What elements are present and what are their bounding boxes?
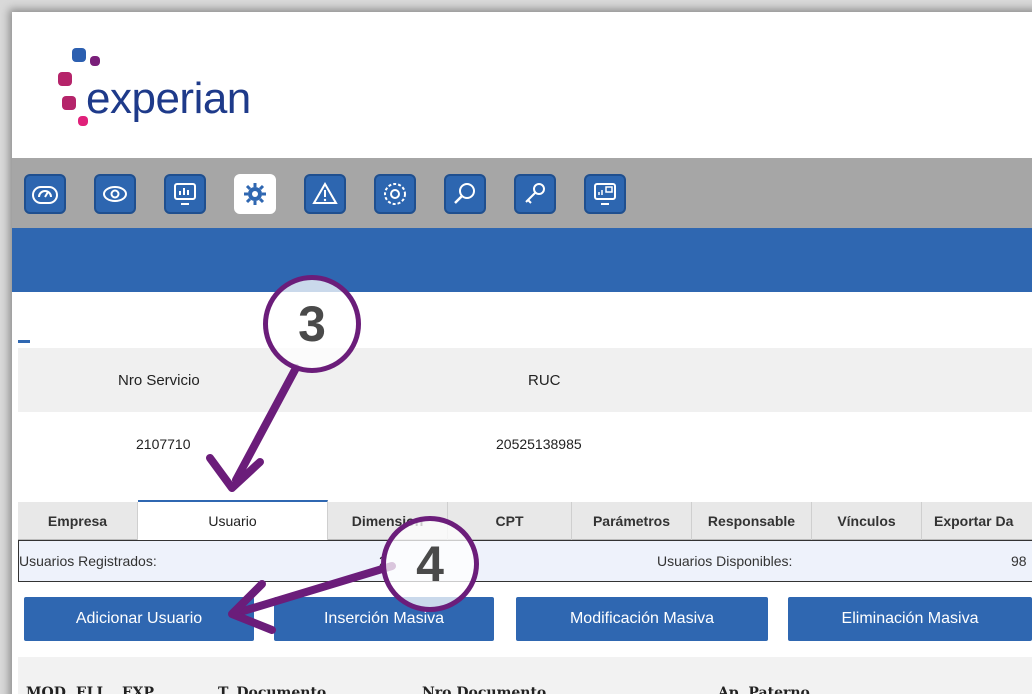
tab-usuario[interactable]: Usuario bbox=[138, 500, 328, 540]
service-info-row: 2107710 20525138985 bbox=[18, 412, 1032, 478]
bulk-delete-button[interactable]: Eliminación Masiva bbox=[788, 597, 1032, 641]
col-mod[interactable]: MOD bbox=[26, 685, 66, 694]
col-eli[interactable]: ELI bbox=[76, 685, 103, 694]
alerts-button[interactable] bbox=[304, 174, 346, 214]
main-toolbar bbox=[12, 158, 1032, 228]
bulk-insert-button[interactable]: Inserción Masiva bbox=[274, 597, 494, 641]
warning-icon bbox=[312, 182, 338, 204]
settings-badge-icon bbox=[384, 183, 406, 205]
brand-name: experian bbox=[86, 74, 251, 123]
tab-bar: Empresa Usuario Dimension CPT Parámetros… bbox=[18, 500, 1032, 540]
col-tipo-documento[interactable]: T. Documento bbox=[218, 685, 326, 694]
tab-responsable[interactable]: Responsable bbox=[692, 502, 812, 540]
divider-mark bbox=[18, 340, 30, 343]
tab-exportar[interactable]: Exportar Da bbox=[922, 502, 1032, 540]
col-exp[interactable]: EXP bbox=[122, 685, 154, 694]
step-3-callout: 3 bbox=[263, 275, 361, 373]
search-icon bbox=[454, 183, 475, 204]
experian-logo: experian bbox=[50, 48, 330, 143]
gear-icon bbox=[244, 183, 266, 205]
config-button[interactable] bbox=[374, 174, 416, 214]
step-4-callout: 4 bbox=[381, 516, 479, 612]
col-ap-paterno[interactable]: Ap. Paterno bbox=[718, 685, 810, 694]
monitor-chart-icon bbox=[174, 183, 196, 205]
bulk-modify-button[interactable]: Modificación Masiva bbox=[516, 597, 768, 641]
user-counts-bar: Usuarios Registrados: 2 Usuarios Disponi… bbox=[18, 540, 1032, 582]
available-users-label: Usuarios Disponibles: bbox=[657, 553, 793, 569]
dashboard-button[interactable] bbox=[24, 174, 66, 214]
security-button[interactable] bbox=[514, 174, 556, 214]
presentation-button[interactable] bbox=[584, 174, 626, 214]
presentation-icon bbox=[594, 183, 616, 205]
app-window: experian Nro Servicio RUC 2107710 205251… bbox=[12, 12, 1032, 694]
header-service-number: Nro Servicio bbox=[118, 372, 200, 389]
eye-icon bbox=[103, 186, 127, 202]
settings-button[interactable] bbox=[234, 174, 276, 214]
view-button[interactable] bbox=[94, 174, 136, 214]
search-button[interactable] bbox=[444, 174, 486, 214]
registered-users-label: Usuarios Registrados: bbox=[19, 553, 157, 569]
tab-parametros[interactable]: Parámetros bbox=[572, 502, 692, 540]
available-users-value: 98 bbox=[1011, 553, 1027, 569]
users-grid-header: MOD ELI EXP T. Documento Nro Documento A… bbox=[18, 657, 1032, 694]
ruc-value: 20525138985 bbox=[496, 436, 582, 452]
reports-button[interactable] bbox=[164, 174, 206, 214]
title-bar bbox=[12, 228, 1032, 292]
speedometer-icon bbox=[32, 186, 58, 204]
key-icon bbox=[525, 183, 545, 204]
col-nro-documento[interactable]: Nro Documento bbox=[422, 685, 546, 694]
tab-empresa[interactable]: Empresa bbox=[18, 502, 138, 540]
service-info-header: Nro Servicio RUC bbox=[18, 348, 1032, 412]
service-number-value: 2107710 bbox=[136, 436, 191, 452]
header-ruc: RUC bbox=[528, 372, 561, 389]
add-user-button[interactable]: Adicionar Usuario bbox=[24, 597, 254, 641]
tab-vinculos[interactable]: Vínculos bbox=[812, 502, 922, 540]
